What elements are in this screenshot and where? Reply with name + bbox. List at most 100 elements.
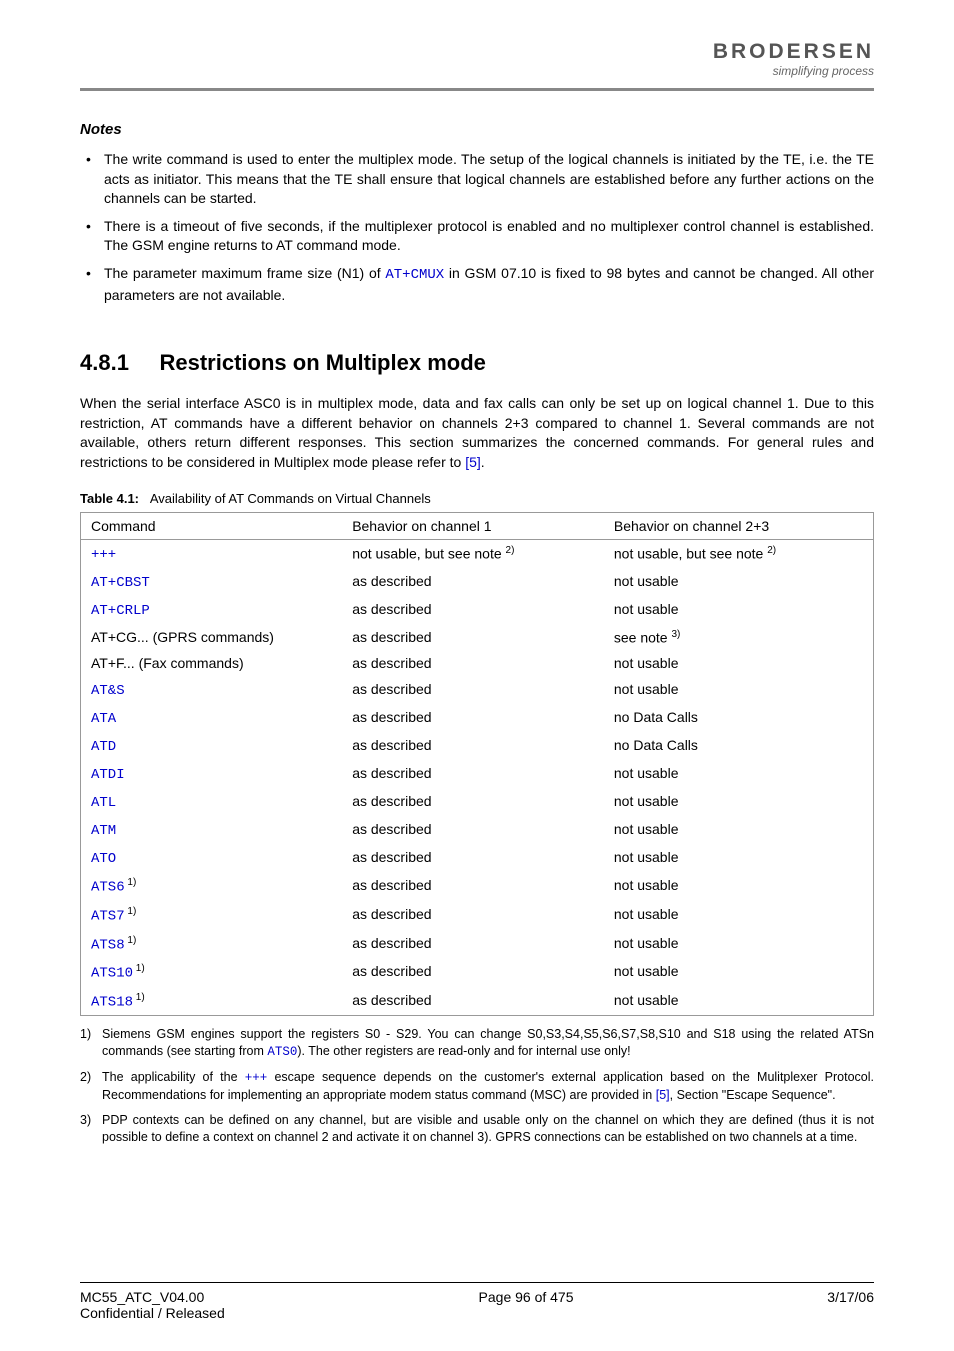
logo-text: BRODERSEN — [713, 40, 874, 64]
table-header: Command — [81, 512, 343, 539]
table-cell-ch23: not usable — [604, 650, 874, 676]
table-cell-ch1: as described — [342, 987, 604, 1016]
table-cell-ch23: see note 3) — [604, 624, 874, 651]
footnote-num: 1) — [80, 1026, 102, 1061]
table-cell-ch1: as described — [342, 568, 604, 596]
footnote: 1) Siemens GSM engines support the regis… — [80, 1026, 874, 1061]
section-paragraph: When the serial interface ASC0 is in mul… — [80, 394, 874, 472]
table-row: ATS6 1)as describednot usable — [81, 872, 874, 901]
table-row: ATS18 1)as describednot usable — [81, 987, 874, 1016]
table-row: AT+CBST as describednot usable — [81, 568, 874, 596]
table-cell-ch1: not usable, but see note 2) — [342, 539, 604, 568]
command-link[interactable]: ATL — [91, 795, 116, 811]
table-cell-ch23: not usable — [604, 788, 874, 816]
tagline: simplifying process — [713, 64, 874, 78]
table-caption: Table 4.1: Availability of AT Commands o… — [80, 491, 874, 506]
command-link[interactable]: ATM — [91, 823, 116, 839]
table-row: AT+CG... (GPRS commands) as describedsee … — [81, 624, 874, 651]
footnote-text: PDP contexts can be defined on any chann… — [102, 1112, 874, 1146]
table-row: ATMas describednot usable — [81, 816, 874, 844]
command-link[interactable]: ATD — [91, 739, 116, 755]
command-link[interactable]: AT+CRLP — [91, 603, 150, 619]
table-cell-ch1: as described — [342, 624, 604, 651]
table-cell-command: +++ — [81, 539, 343, 568]
table-cell-ch1: as described — [342, 704, 604, 732]
table-cell-ch23: not usable — [604, 676, 874, 704]
command-link[interactable]: ATS8 — [91, 937, 125, 953]
table-cell-command: AT&S — [81, 676, 343, 704]
at-commands-table: Command Behavior on channel 1 Behavior o… — [80, 512, 874, 1017]
note-text: There is a timeout of five seconds, if t… — [104, 218, 874, 254]
para-text: . — [481, 454, 485, 470]
section-heading: 4.8.1 Restrictions on Multiplex mode — [80, 350, 874, 376]
note-item: The parameter maximum frame size (N1) of… — [80, 264, 874, 305]
command-text: AT+CG... (GPRS commands) — [91, 629, 274, 645]
section-title: Restrictions on Multiplex mode — [160, 350, 486, 375]
table-cell-command: AT+CBST — [81, 568, 343, 596]
command-text: AT+F... (Fax commands) — [91, 655, 244, 671]
table-cell-command: AT+F... (Fax commands) — [81, 650, 343, 676]
table-cell-command: AT+CRLP — [81, 596, 343, 624]
table-cell-ch23: not usable — [604, 958, 874, 987]
command-link[interactable]: ATS6 — [91, 880, 125, 896]
command-link[interactable]: ATDI — [91, 767, 125, 783]
table-row: ATDas describedno Data Calls — [81, 732, 874, 760]
superscript: 1) — [125, 935, 137, 946]
notes-list: The write command is used to enter the m… — [80, 150, 874, 305]
table-cell-command: AT+CG... (GPRS commands) — [81, 624, 343, 651]
table-caption-text: Availability of AT Commands on Virtual C… — [150, 491, 431, 506]
table-cell-ch23: not usable — [604, 568, 874, 596]
note-code: AT+CMUX — [385, 267, 444, 283]
table-cell-command: ATS6 1) — [81, 872, 343, 901]
command-link[interactable]: ATS18 — [91, 994, 133, 1010]
table-cell-ch1: as described — [342, 816, 604, 844]
table-cell-ch1: as described — [342, 872, 604, 901]
table-cell-command: ATA — [81, 704, 343, 732]
reference-link[interactable]: [5] — [465, 454, 481, 470]
footer-confidential: Confidential / Released — [80, 1305, 225, 1321]
table-row: ATOas describednot usable — [81, 844, 874, 872]
footnote-num: 2) — [80, 1069, 102, 1104]
footer-divider — [80, 1282, 874, 1283]
table-cell-command: ATS8 1) — [81, 930, 343, 959]
table-row: ATS8 1)as describednot usable — [81, 930, 874, 959]
superscript: 1) — [125, 906, 137, 917]
superscript: 2) — [767, 545, 776, 556]
table-header: Behavior on channel 1 — [342, 512, 604, 539]
table-cell-ch1: as described — [342, 650, 604, 676]
command-link[interactable]: ATS10 — [91, 966, 133, 982]
superscript: 2) — [506, 545, 515, 556]
footer-date: 3/17/06 — [827, 1289, 874, 1321]
table-cell-ch23: not usable, but see note 2) — [604, 539, 874, 568]
command-link[interactable]: +++ — [91, 547, 116, 563]
table-cell-command: ATS18 1) — [81, 987, 343, 1016]
reference-link[interactable]: [5] — [656, 1088, 670, 1102]
table-row: AT&Sas describednot usable — [81, 676, 874, 704]
footer-page-number: Page 96 of 475 — [479, 1289, 574, 1321]
section-number: 4.8.1 — [80, 350, 129, 375]
table-cell-command: ATL — [81, 788, 343, 816]
table-cell-ch23: not usable — [604, 930, 874, 959]
table-cell-ch1: as described — [342, 788, 604, 816]
footnote: 2) The applicability of the +++ escape s… — [80, 1069, 874, 1104]
table-row: AT+F... (Fax commands) as describednot us… — [81, 650, 874, 676]
table-cell-command: ATS7 1) — [81, 901, 343, 930]
footnote-code: ATS0 — [267, 1045, 297, 1059]
table-cell-ch23: no Data Calls — [604, 704, 874, 732]
table-cell-ch23: not usable — [604, 987, 874, 1016]
command-link[interactable]: ATS7 — [91, 909, 125, 925]
table-header: Behavior on channel 2+3 — [604, 512, 874, 539]
table-cell-command: ATO — [81, 844, 343, 872]
command-link[interactable]: ATA — [91, 711, 116, 727]
command-link[interactable]: AT&S — [91, 683, 125, 699]
command-link[interactable]: AT+CBST — [91, 575, 150, 591]
footnote-text: The applicability of the +++ escape sequ… — [102, 1069, 874, 1104]
table-cell-ch1: as described — [342, 930, 604, 959]
note-text: The write command is used to enter the m… — [104, 151, 874, 206]
table-row: AT+CRLPas describednot usable — [81, 596, 874, 624]
command-link[interactable]: ATO — [91, 851, 116, 867]
table-cell-command: ATDI — [81, 760, 343, 788]
superscript: 1) — [125, 877, 137, 888]
footnotes: 1) Siemens GSM engines support the regis… — [80, 1026, 874, 1145]
table-cell-ch1: as described — [342, 596, 604, 624]
